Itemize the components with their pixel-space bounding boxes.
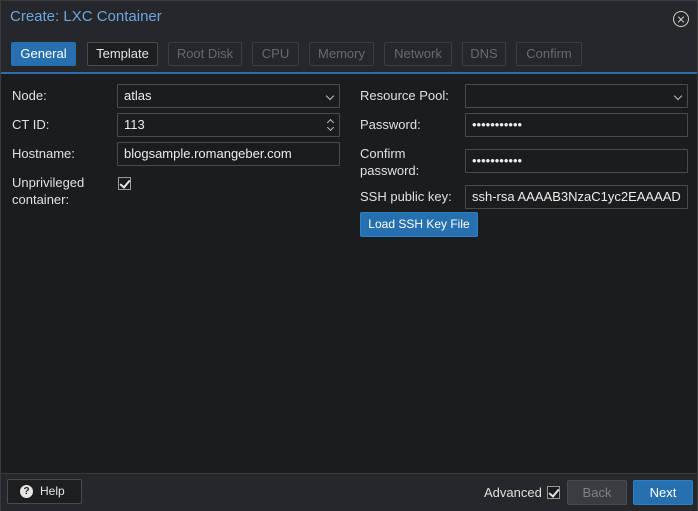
hostname-label: Hostname: <box>12 146 75 161</box>
confirm-password-value: ••••••••••• <box>472 153 523 168</box>
resource-pool-label: Resource Pool: <box>360 88 449 103</box>
tab-confirm[interactable]: Confirm <box>516 42 582 66</box>
dialog-titlebar: Create: LXC Container <box>1 1 697 35</box>
create-lxc-dialog: Create: LXC Container General Template R… <box>0 0 698 511</box>
advanced-checkbox[interactable] <box>547 486 560 499</box>
help-label: Help <box>40 484 65 498</box>
confirm-password-label-line2: password: <box>360 163 420 178</box>
chevron-down-icon[interactable] <box>325 91 335 101</box>
unprivileged-checkbox[interactable] <box>118 177 131 190</box>
node-label: Node: <box>12 88 47 103</box>
node-select[interactable]: atlas <box>117 84 340 108</box>
ct-id-input[interactable]: 113 <box>117 113 340 137</box>
password-input[interactable]: ••••••••••• <box>465 113 688 137</box>
ssh-key-input[interactable]: ssh-rsa AAAAB3NzaC1yc2EAAAAD <box>465 185 688 209</box>
unprivileged-label-line1: Unprivileged <box>12 175 85 190</box>
password-label: Password: <box>360 117 421 132</box>
spinner-down-icon[interactable] <box>326 123 335 132</box>
dialog-title: Create: LXC Container <box>10 8 162 25</box>
dialog-footer: ? Help Advanced Back Next <box>1 473 697 511</box>
tab-cpu[interactable]: CPU <box>252 42 299 66</box>
resource-pool-select[interactable] <box>465 84 688 108</box>
ct-id-label: CT ID: <box>12 117 50 132</box>
ssh-key-value: ssh-rsa AAAAB3NzaC1yc2EAAAAD <box>472 189 681 204</box>
load-ssh-key-button[interactable]: Load SSH Key File <box>360 212 478 237</box>
confirm-password-input[interactable]: ••••••••••• <box>465 149 688 173</box>
node-value: atlas <box>124 88 152 103</box>
next-button[interactable]: Next <box>633 480 693 505</box>
advanced-label: Advanced <box>484 485 542 500</box>
hostname-input[interactable]: blogsample.romangeber.com <box>117 142 340 166</box>
back-button[interactable]: Back <box>567 480 627 505</box>
help-button[interactable]: ? Help <box>7 479 82 504</box>
tab-memory[interactable]: Memory <box>309 42 374 66</box>
hostname-value: blogsample.romangeber.com <box>124 146 292 161</box>
ct-id-value: 113 <box>124 117 145 132</box>
tab-template[interactable]: Template <box>87 42 158 66</box>
tab-dns[interactable]: DNS <box>462 42 506 66</box>
password-value: ••••••••••• <box>472 117 523 132</box>
tab-general[interactable]: General <box>11 42 76 66</box>
confirm-password-label-line1: Confirm <box>360 146 406 161</box>
close-icon[interactable] <box>673 11 689 27</box>
ssh-key-label: SSH public key: <box>360 189 452 204</box>
tab-network[interactable]: Network <box>384 42 452 66</box>
question-circle-icon: ? <box>20 485 33 498</box>
wizard-tabbar: General Template Root Disk CPU Memory Ne… <box>1 35 697 74</box>
unprivileged-label-line2: container: <box>12 192 70 207</box>
tab-root-disk[interactable]: Root Disk <box>168 42 242 66</box>
chevron-down-icon[interactable] <box>673 91 683 101</box>
